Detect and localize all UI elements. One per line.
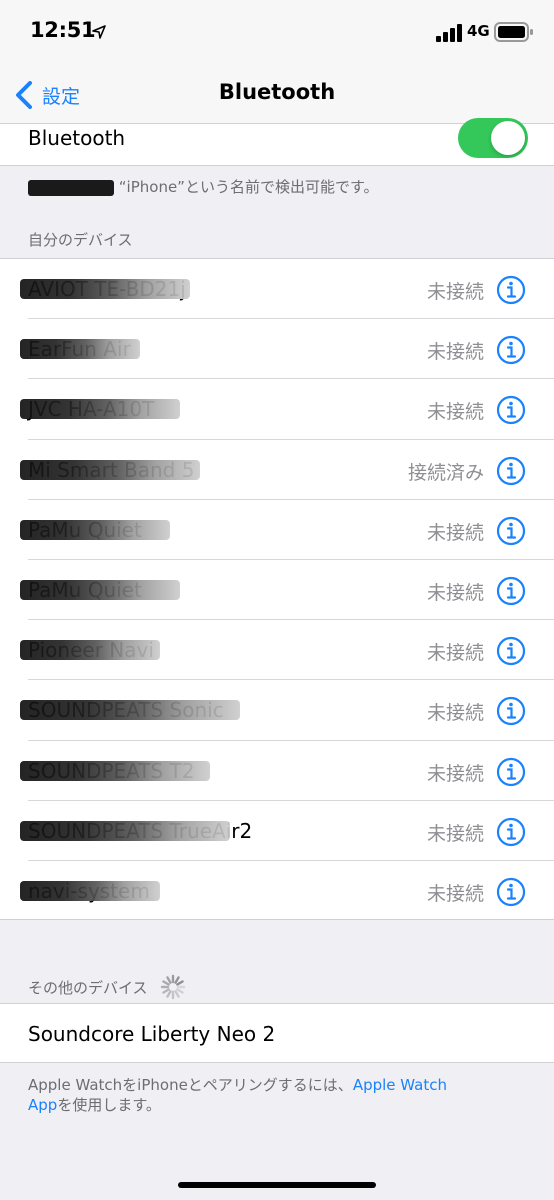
device-status: 未接続 <box>426 762 484 785</box>
device-row[interactable]: AVIOT TE-BD21j未接続 <box>0 259 554 320</box>
info-icon[interactable] <box>496 757 526 787</box>
watch-note-text-2: を使用します。 <box>57 1096 161 1114</box>
info-icon[interactable] <box>496 877 526 907</box>
device-row[interactable]: navi-system未接続 <box>0 861 554 921</box>
cellular-signal-icon <box>436 24 462 42</box>
device-status: 未接続 <box>426 521 484 544</box>
device-status: 未接続 <box>426 581 484 604</box>
bluetooth-toggle[interactable] <box>458 118 528 158</box>
other-devices-header: その他のデバイス <box>28 974 186 1000</box>
redaction-mask <box>20 760 210 781</box>
bluetooth-toggle-row: Bluetooth <box>0 118 554 166</box>
device-status: 未接続 <box>426 882 484 905</box>
device-row[interactable]: SOUNDPEATS TrueAir2未接続 <box>0 801 554 862</box>
info-icon[interactable] <box>496 516 526 546</box>
info-icon[interactable] <box>496 335 526 365</box>
discoverable-text: “iPhone”という名前で検出可能です。 <box>118 178 379 196</box>
redaction-mask <box>20 459 200 480</box>
info-icon[interactable] <box>496 456 526 486</box>
device-row[interactable]: PaMu Quiet未接続 <box>0 500 554 561</box>
device-status: 接続済み <box>407 461 484 484</box>
page-title: Bluetooth <box>218 80 336 104</box>
device-row[interactable]: JVC HA-A10T未接続 <box>0 379 554 440</box>
other-devices-label: その他のデバイス <box>28 978 148 997</box>
apple-watch-app-link-2[interactable]: App <box>28 1096 57 1114</box>
discoverable-note: “iPhone”という名前で検出可能です。 <box>28 176 378 197</box>
redaction-mask <box>20 820 230 841</box>
network-type: 4G <box>467 22 490 40</box>
location-arrow-icon <box>92 25 106 39</box>
info-icon[interactable] <box>496 395 526 425</box>
other-device-name: Soundcore Liberty Neo 2 <box>28 1022 276 1046</box>
status-time: 12:51 <box>30 18 96 42</box>
home-indicator[interactable] <box>178 1182 376 1188</box>
redaction-mask <box>20 579 180 600</box>
apple-watch-note: Apple WatchをiPhoneとペアリングするには、Apple Watch… <box>28 1075 528 1115</box>
device-status: 未接続 <box>426 341 484 364</box>
device-row[interactable]: SOUNDPEATS T2未接続 <box>0 741 554 801</box>
apple-watch-app-link[interactable]: Apple Watch <box>353 1076 447 1094</box>
info-icon[interactable] <box>496 636 526 666</box>
device-row[interactable]: SOUNDPEATS Sonic未接続 <box>0 680 554 741</box>
redacted-owner-name <box>28 179 114 196</box>
redaction-mask <box>20 339 140 360</box>
my-devices-list: AVIOT TE-BD21j未接続EarFun Air未接続JVC HA-A10… <box>0 258 554 920</box>
info-icon[interactable] <box>496 696 526 726</box>
my-devices-header: 自分のデバイス <box>28 231 133 249</box>
loading-spinner-icon <box>160 974 185 1000</box>
device-status: 未接続 <box>426 822 484 845</box>
status-bar: 12:51 4G <box>0 0 554 66</box>
device-row[interactable]: PaMu Quiet未接続 <box>0 560 554 621</box>
device-status: 未接続 <box>426 281 484 303</box>
watch-note-text-1: Apple WatchをiPhoneとペアリングするには、 <box>28 1076 353 1094</box>
redaction-mask <box>20 640 160 661</box>
device-status: 未接続 <box>426 642 484 665</box>
other-devices-list: Soundcore Liberty Neo 2 <box>0 1003 554 1063</box>
redaction-mask <box>20 279 190 299</box>
device-status: 未接続 <box>426 702 484 725</box>
toggle-knob <box>491 121 525 155</box>
redaction-mask <box>20 399 180 420</box>
device-row[interactable]: EarFun Air未接続 <box>0 319 554 380</box>
bluetooth-label: Bluetooth <box>28 126 126 150</box>
info-icon[interactable] <box>496 275 526 305</box>
redaction-mask <box>20 700 240 721</box>
redaction-mask <box>20 880 160 901</box>
device-status: 未接続 <box>426 401 484 424</box>
navigation-bar: 設定 Bluetooth <box>0 66 554 124</box>
device-row[interactable]: Mi Smart Band 5接続済み <box>0 440 554 500</box>
device-row[interactable]: Pioneer Navi未接続 <box>0 620 554 681</box>
info-icon[interactable] <box>496 817 526 847</box>
info-icon[interactable] <box>496 576 526 606</box>
other-device-row[interactable]: Soundcore Liberty Neo 2 <box>0 1004 554 1062</box>
redaction-mask <box>20 519 170 540</box>
battery-icon <box>494 22 533 42</box>
